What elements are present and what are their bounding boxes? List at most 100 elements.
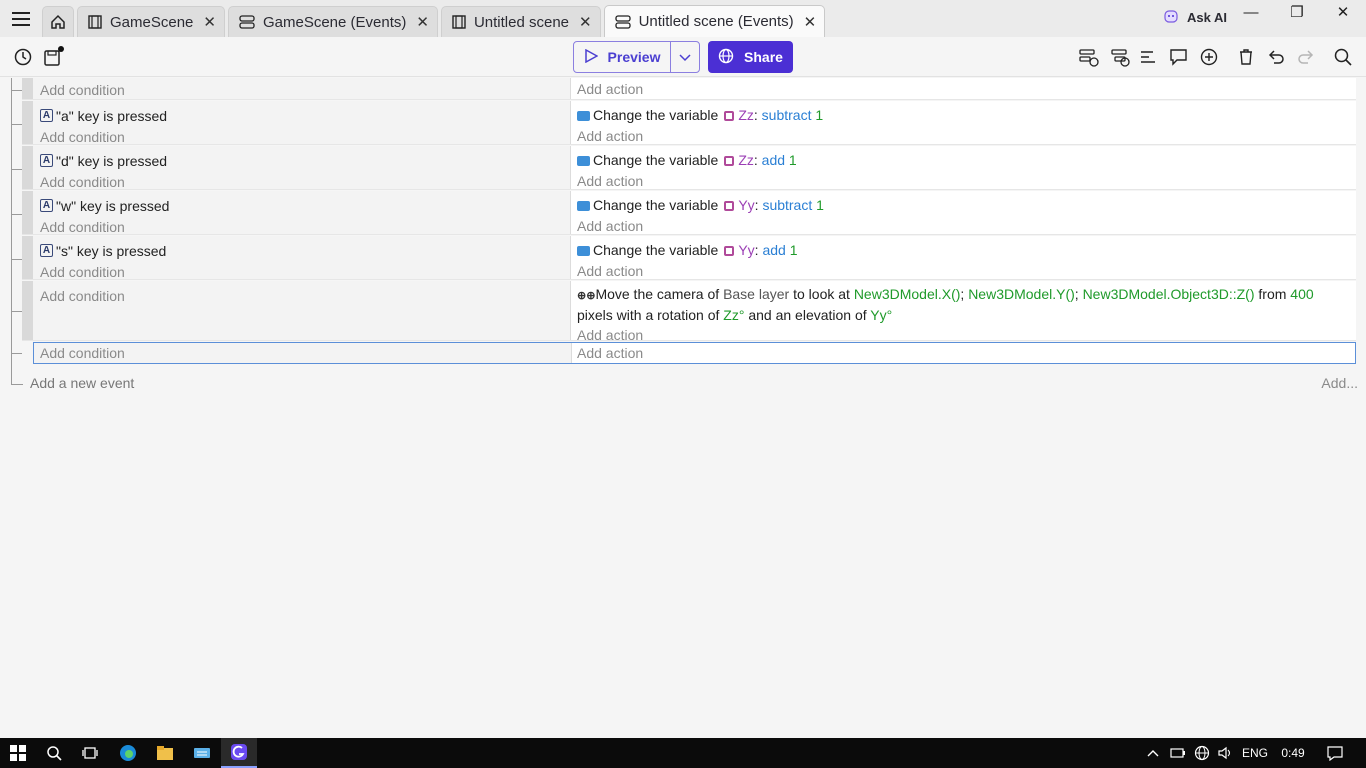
drag-handle[interactable] [22,146,33,189]
add-action[interactable]: Add action [577,126,1350,147]
tab-home[interactable] [42,6,74,37]
conditions-cell[interactable]: A "w" key is pressed Add condition [33,191,571,237]
preview-label: Preview [607,49,661,65]
camera-action[interactable]: ⊕⊕Move the camera of Base layer to look … [577,285,1350,325]
add-more-button[interactable]: Add... [1321,375,1358,391]
condition[interactable]: A "a" key is pressed [40,105,563,126]
event-row[interactable]: Add condition Add action [22,78,1356,100]
network-globe-icon[interactable] [1192,738,1212,768]
add-sub-event-icon[interactable] [1109,46,1131,68]
drag-handle[interactable] [22,101,33,144]
actions-cell[interactable]: Change the variable Yy: subtract 1 Add ac… [571,191,1356,234]
drag-handle[interactable] [22,281,33,340]
save-icon[interactable] [42,46,64,68]
volume-icon[interactable] [1215,738,1235,768]
delete-icon[interactable] [1235,46,1257,68]
history-icon[interactable] [12,46,34,68]
ask-ai-button[interactable]: Ask AI [1163,8,1227,27]
actions-cell[interactable]: Change the variable Zz: add 1 Add action [571,146,1356,189]
gdevelop-app-icon[interactable] [221,738,257,768]
search-icon[interactable] [1332,46,1354,68]
add-condition[interactable]: Add condition [40,79,563,100]
actions-cell[interactable]: Add action [571,78,1356,99]
notifications-icon[interactable] [1320,738,1350,768]
add-event-icon[interactable] [1078,46,1100,68]
minimize-icon[interactable]: — [1228,0,1274,24]
preview-dropdown-button[interactable] [670,41,700,73]
tab-gamescene-events[interactable]: GameScene (Events) ✕ [227,6,438,37]
clock[interactable]: 0:49 [1276,738,1310,768]
redo-icon[interactable] [1295,46,1317,68]
conditions-cell[interactable]: Add condition [33,281,571,340]
action[interactable]: Change the variable Zz: add 1 [577,150,1350,171]
condition[interactable]: A "d" key is pressed [40,150,563,171]
drag-handle[interactable] [22,191,33,234]
close-window-icon[interactable]: ✕ [1320,0,1366,24]
close-icon[interactable]: ✕ [804,13,817,31]
add-action[interactable]: Add action [572,343,1355,363]
action[interactable]: Change the variable Yy: subtract 1 [577,195,1350,216]
scene-variable-icon [724,110,735,121]
share-button[interactable]: Share [708,41,793,73]
variable-icon [577,110,590,121]
search-taskbar-icon[interactable] [36,738,72,768]
chevron-up-icon[interactable] [1144,738,1162,768]
close-icon[interactable]: ✕ [579,13,592,31]
event-row[interactable]: Add condition ⊕⊕Move the camera of Base … [22,281,1356,343]
event-row[interactable]: A "a" key is pressed Add condition Change… [22,101,1356,145]
add-action[interactable]: Add action [577,261,1350,282]
variable-icon [577,245,590,256]
keyboard-app-icon[interactable] [184,738,220,768]
camera-icon: ⊕⊕ [577,290,596,302]
drag-handle[interactable] [22,78,33,99]
file-explorer-icon[interactable] [147,738,183,768]
event-row[interactable]: A "w" key is pressed Add condition Change… [22,191,1356,235]
keyboard-icon: A [40,244,53,257]
actions-cell[interactable]: Change the variable Yy: add 1 Add action [571,236,1356,279]
restore-icon[interactable]: ❐ [1274,0,1320,24]
add-circle-icon[interactable] [1198,46,1220,68]
battery-icon[interactable] [1168,738,1188,768]
add-condition[interactable]: Add condition [40,171,563,192]
windows-start-icon[interactable] [0,738,36,768]
add-action[interactable]: Add action [577,171,1350,192]
add-condition[interactable]: Add condition [40,126,563,147]
task-view-icon[interactable] [72,738,108,768]
preview-button[interactable]: Preview [573,41,671,73]
action[interactable]: Change the variable Zz: subtract 1 [577,105,1350,126]
tab-gamescene[interactable]: GameScene ✕ [77,6,225,37]
close-icon[interactable]: ✕ [203,13,216,31]
drag-handle[interactable] [22,236,33,279]
language-indicator[interactable]: ENG [1238,738,1272,768]
variable-icon [577,200,590,211]
add-action[interactable]: Add action [577,216,1350,237]
add-condition[interactable]: Add condition [34,343,572,363]
add-condition[interactable]: Add condition [40,261,563,282]
conditions-cell[interactable]: Add condition [33,78,571,99]
conditions-cell[interactable]: A "a" key is pressed Add condition [33,101,571,147]
condition[interactable]: A "w" key is pressed [40,195,563,216]
event-row[interactable]: A "s" key is pressed Add condition Change… [22,236,1356,280]
selected-event-row[interactable]: Add condition Add action [33,342,1356,364]
conditions-cell[interactable]: A "d" key is pressed Add condition [33,146,571,192]
actions-cell[interactable]: ⊕⊕Move the camera of Base layer to look … [571,281,1356,343]
edge-browser-icon[interactable] [110,738,146,768]
conditions-cell[interactable]: A "s" key is pressed Add condition [33,236,571,282]
events-icon [239,15,255,29]
film-icon [88,15,102,29]
condition[interactable]: A "s" key is pressed [40,240,563,261]
tab-untitled-scene-events[interactable]: Untitled scene (Events) ✕ [603,5,826,37]
add-new-event-button[interactable]: Add a new event [30,375,134,391]
close-icon[interactable]: ✕ [416,13,429,31]
actions-cell[interactable]: Change the variable Zz: subtract 1 Add ac… [571,101,1356,144]
add-action[interactable]: Add action [577,79,1350,100]
event-row[interactable]: A "d" key is pressed Add condition Change… [22,146,1356,190]
add-condition[interactable]: Add condition [40,216,563,237]
add-other-icon[interactable] [1138,46,1160,68]
comment-icon[interactable] [1168,46,1190,68]
tab-untitled-scene[interactable]: Untitled scene ✕ [440,6,601,37]
action[interactable]: Change the variable Yy: add 1 [577,240,1350,261]
hamburger-menu-icon[interactable] [0,0,42,37]
add-condition[interactable]: Add condition [40,285,563,306]
undo-icon[interactable] [1265,46,1287,68]
